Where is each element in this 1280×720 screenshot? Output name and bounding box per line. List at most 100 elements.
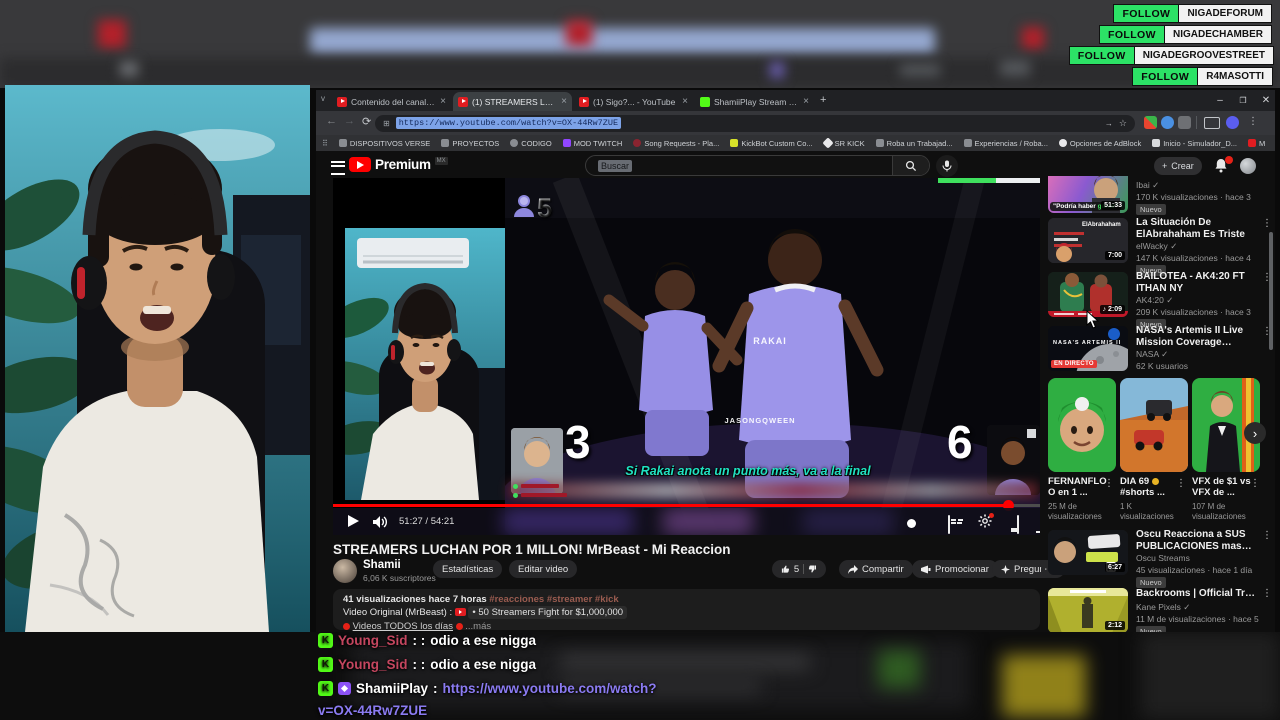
edit-video-button[interactable]: Editar video (509, 560, 578, 578)
notifications-bell-button[interactable] (1214, 156, 1233, 174)
video-options-kebab-icon[interactable]: ⋮ (1262, 530, 1272, 541)
progress-bar[interactable] (333, 504, 1040, 507)
video-thumbnail-oscu[interactable]: 6:27 (1048, 530, 1128, 575)
search-button[interactable] (892, 156, 929, 175)
hamburger-menu-icon[interactable] (331, 161, 345, 175)
video-player[interactable]: RAKAI JASONGQWEEN 5 Si Rakai anota un pu… (333, 178, 1040, 535)
extension-icon-colorful[interactable] (1144, 116, 1157, 129)
tab-close-icon[interactable]: × (561, 96, 567, 107)
short-thumbnail-dia69[interactable] (1120, 378, 1188, 472)
site-info-icon[interactable]: ⊞ (383, 119, 390, 128)
video-title[interactable]: NASA's Artemis II Live Mission Coverage … (1136, 325, 1260, 348)
window-minimize-button[interactable]: – (1209, 90, 1231, 110)
cast-icon[interactable] (1204, 117, 1220, 129)
bookmark-kickbot[interactable]: KickBot Custom Co... (730, 139, 813, 148)
share-icon[interactable]: → (1105, 119, 1113, 128)
share-button[interactable]: Compartir (839, 560, 913, 578)
reload-icon[interactable]: ⟳ (362, 115, 371, 128)
video-thumbnail-nasa[interactable]: NASA'S ARTEMIS II EN DIRECTO (1048, 326, 1128, 371)
video-thumbnail-backrooms[interactable]: 2:12 (1048, 588, 1128, 632)
url-text-selected[interactable]: https://www.youtube.com/watch?v=OX-44Rw7… (395, 117, 622, 129)
channel-name[interactable]: Kane Pixels ✓ (1136, 602, 1190, 613)
tab-close-icon[interactable]: × (682, 96, 688, 107)
tab-close-icon[interactable]: × (803, 96, 809, 107)
short-title[interactable]: DIA 69 #shorts ... (1120, 476, 1180, 498)
miniplayer-button[interactable] (1017, 515, 1019, 534)
settings-gear-button[interactable] (978, 513, 994, 532)
tab-contenido-canal[interactable]: Contenido del canal - YouTub × (332, 92, 451, 111)
short-title[interactable]: FERNANFLO O en 1 ... (1048, 476, 1108, 498)
chat-username[interactable]: ShamiiPlay (356, 681, 428, 696)
extension-icon-blue[interactable] (1161, 116, 1174, 129)
forward-icon[interactable]: → (344, 115, 355, 127)
play-button[interactable] (348, 515, 359, 527)
short-options-kebab-icon[interactable]: ⋮ (1176, 478, 1186, 489)
bookmark-experiencias[interactable]: Experiencias / Roba... (963, 139, 1048, 148)
bookmark-song-requests[interactable]: Song Requests - Pla... (633, 139, 719, 148)
video-title[interactable]: Backrooms | Official Trailer HD (1136, 588, 1260, 600)
video-thumbnail-ibai[interactable]: "Podría haber ganar" 51:33 (1048, 176, 1128, 213)
channel-name[interactable]: Oscu Streams (1136, 553, 1190, 563)
video-title[interactable]: BAILOTEA - AK4:20 FT ITHAN NY (1136, 271, 1260, 294)
channel-name[interactable]: AK4:20 ✓ (1136, 295, 1173, 306)
browser-menu-kebab-icon[interactable]: ⋮ (1248, 116, 1258, 127)
bookmark-mod-twitch[interactable]: MOD TWITCH (562, 139, 622, 148)
bookmark-sr-kick[interactable]: SR KICK (821, 137, 865, 149)
video-options-kebab-icon[interactable]: ⋮ (1262, 218, 1272, 229)
bookmark-codigo[interactable]: CODIGO (510, 139, 552, 148)
bookmark-inicio-simulador[interactable]: Inicio - Simulador_D... (1152, 139, 1237, 148)
tab-close-icon[interactable]: × (440, 96, 446, 107)
video-options-kebab-icon[interactable]: ⋮ (1262, 588, 1272, 599)
short-thumbnail-fernanfloo[interactable] (1048, 378, 1116, 472)
bookmark-star-icon[interactable]: ☆ (1119, 118, 1127, 129)
chat-username[interactable]: Young_Sid (338, 633, 408, 648)
volume-icon[interactable] (373, 516, 388, 528)
shorts-scroll-chevron[interactable]: › (1244, 422, 1266, 444)
window-close-button[interactable]: ✕ (1255, 90, 1275, 110)
like-dislike-buttons[interactable]: 5 (772, 560, 826, 578)
channel-avatar[interactable] (333, 559, 357, 583)
youtube-premium-logo[interactable]: Premium MX (349, 157, 448, 172)
stats-button[interactable]: Estadísticas (433, 560, 503, 578)
bookmark-dispositivos[interactable]: DISPOSITIVOS VERSE (338, 139, 430, 148)
extensions-puzzle-icon[interactable] (1178, 116, 1191, 129)
address-bar[interactable]: ⊞ https://www.youtube.com/watch?v=OX-44R… (375, 114, 1135, 132)
create-button[interactable]: + Crear (1154, 157, 1202, 175)
tab-streamers-luchan[interactable]: (1) STREAMERS LUCHAN POR 1 × (453, 92, 572, 111)
subtitles-button[interactable] (948, 515, 950, 534)
short-options-kebab-icon[interactable]: ⋮ (1104, 478, 1114, 489)
show-more-link[interactable]: ...más (465, 621, 491, 632)
hashtags[interactable]: #reacciones #streamer #kick (489, 594, 618, 605)
tab-shamiiplay-kick[interactable]: ShamiiPlay Stream - Watch Liv × (695, 92, 814, 111)
video-thumbnail-elabrahaham[interactable]: ElAbrahaham 7:00 (1048, 218, 1128, 263)
voice-search-button[interactable] (936, 155, 958, 177)
back-icon[interactable]: ← (326, 115, 337, 127)
chat-link-line1[interactable]: https://www.youtube.com/watch? (443, 681, 657, 696)
video-title[interactable]: Oscu Reacciona a SUS PUBLICACIONES mas V… (1136, 529, 1260, 552)
bookmark-adblock[interactable]: Opciones de AdBlock (1058, 139, 1141, 148)
channel-name[interactable]: Shamii (363, 559, 401, 571)
bookmark-m[interactable]: M (1248, 139, 1265, 148)
description-box[interactable]: 41 visualizaciones hace 7 horas #reaccio… (333, 589, 1040, 632)
channel-name[interactable]: NASA ✓ (1136, 349, 1168, 360)
promote-button[interactable]: Promocionar (912, 560, 998, 578)
new-tab-button[interactable]: + (820, 94, 826, 106)
bookmark-proyectos[interactable]: PROYECTOS (441, 139, 499, 148)
page-scrollbar[interactable] (1269, 232, 1273, 350)
bookmark-roba-trabajador[interactable]: Roba un Trabajad... (875, 139, 953, 148)
apps-grid-icon[interactable]: ⠿ (322, 139, 328, 148)
channel-name[interactable]: Ibai ✓ (1136, 180, 1159, 191)
chat-username[interactable]: Young_Sid (338, 657, 408, 672)
extension-icon-c[interactable] (1226, 116, 1239, 129)
tab-search-icon[interactable]: v (321, 94, 325, 103)
window-restore-button[interactable]: ❐ (1232, 90, 1254, 110)
channel-name[interactable]: elWacky ✓ (1136, 241, 1177, 252)
chat-link-line2[interactable]: v=OX-44Rw7ZUE (318, 703, 427, 718)
account-avatar[interactable] (1240, 158, 1256, 174)
tab-sigo-youtube[interactable]: (1) Sigo?... - YouTube × (574, 92, 693, 111)
short-title[interactable]: VFX de $1 vs VFX de ... (1192, 476, 1252, 498)
short-options-kebab-icon[interactable]: ⋮ (1250, 478, 1260, 489)
search-box[interactable]: Buscar (585, 155, 930, 176)
video-title[interactable]: La Situación De ElAbrahaham Es Triste (1136, 217, 1260, 240)
original-video-link[interactable]: • 50 Streamers Fight for $1,000,000 (468, 606, 628, 619)
